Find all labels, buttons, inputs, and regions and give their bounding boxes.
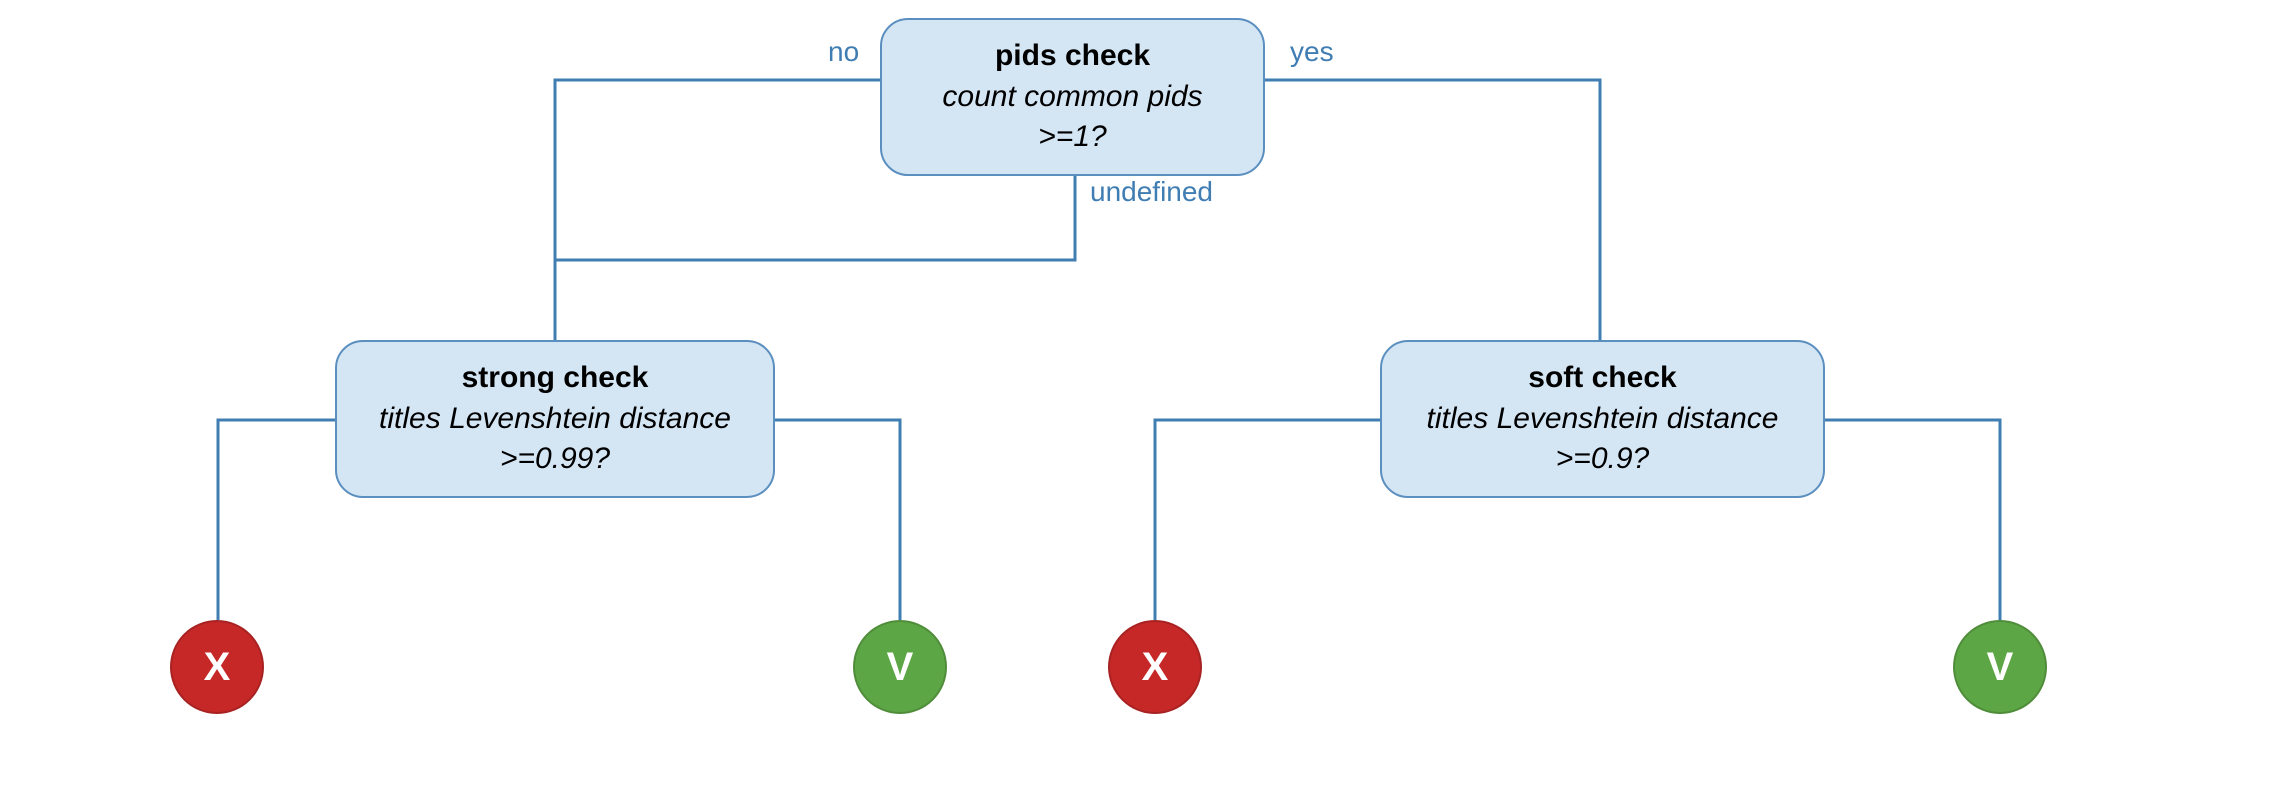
edge-label-yes: yes (1290, 36, 1334, 68)
result-label: V (887, 645, 914, 690)
node-title: pids check (918, 36, 1227, 77)
result-label: X (204, 645, 231, 690)
edge-label-undefined: undefined (1090, 176, 1213, 208)
result-label: X (1142, 645, 1169, 690)
node-title: soft check (1418, 358, 1787, 399)
result-fail-icon: X (1108, 620, 1202, 714)
node-desc-line: titles Levenshtein distance (1418, 399, 1787, 440)
result-label: V (1987, 645, 2014, 690)
node-title: strong check (373, 358, 737, 399)
node-pids-check: pids check count common pids >=1? (880, 18, 1265, 176)
node-strong-check: strong check titles Levenshtein distance… (335, 340, 775, 498)
result-pass-icon: V (853, 620, 947, 714)
result-pass-icon: V (1953, 620, 2047, 714)
node-soft-check: soft check titles Levenshtein distance >… (1380, 340, 1825, 498)
edge-label-no: no (828, 36, 859, 68)
node-desc-line: >=0.9? (1418, 439, 1787, 480)
node-desc-line: >=0.99? (373, 439, 737, 480)
result-fail-icon: X (170, 620, 264, 714)
node-desc-line: >=1? (918, 117, 1227, 158)
node-desc-line: titles Levenshtein distance (373, 399, 737, 440)
node-desc-line: count common pids (918, 77, 1227, 118)
